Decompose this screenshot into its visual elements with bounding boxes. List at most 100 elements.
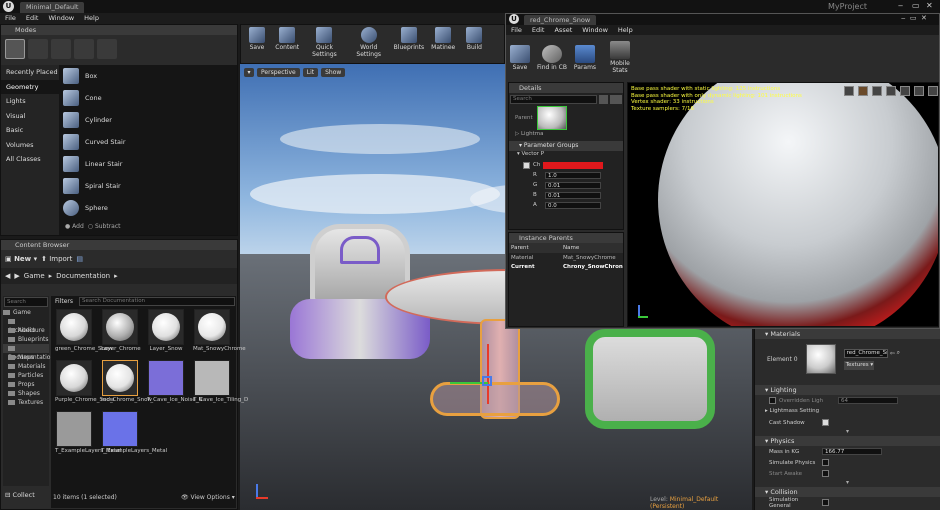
tree-architecture[interactable]: Architecture	[3, 317, 49, 334]
asset-tile[interactable]: green_Chrome_Snow	[55, 309, 113, 352]
asset-tile[interactable]: T_ExampleLayers_Metal	[101, 411, 167, 454]
category-geometry[interactable]: Geometry	[1, 79, 59, 94]
place-mode-icon[interactable]	[5, 39, 25, 59]
lightmass-settings-row[interactable]: ▸ Lightmass Setting	[755, 406, 940, 417]
geometry-edit-mode-icon[interactable]	[97, 39, 117, 59]
category-visual[interactable]: Visual	[1, 109, 59, 124]
build-button[interactable]: Build	[460, 25, 488, 51]
use-selected-icon[interactable]: ⇦	[890, 350, 895, 357]
category-recently-placed[interactable]: Recently Placed	[1, 65, 59, 80]
close-icon[interactable]: ✕	[926, 1, 933, 10]
lightmass-row[interactable]: ▷ Lightma	[509, 131, 623, 141]
override-checkbox[interactable]	[769, 397, 776, 404]
cast-shadow-checkbox[interactable]	[822, 419, 829, 426]
category-volumes[interactable]: Volumes	[1, 138, 59, 153]
preview-cylinder-icon[interactable]	[844, 86, 854, 96]
mobile-stats-button[interactable]: Mobile Stats	[602, 40, 638, 74]
foliage-mode-icon[interactable]	[74, 39, 94, 59]
materials-section-header[interactable]: ▾ Materials	[755, 329, 940, 339]
content-browser-tab[interactable]: Content Browser	[1, 240, 237, 250]
expand-physics-icon[interactable]: ▾	[755, 479, 940, 487]
physics-section-header[interactable]: ▾ Physics	[755, 436, 940, 446]
place-cylinder[interactable]: Cylinder	[59, 109, 237, 131]
tree-props[interactable]: Props	[3, 380, 49, 389]
details-search-input[interactable]: Search	[510, 94, 597, 104]
preview-mesh-icon[interactable]	[900, 86, 910, 96]
material-preview-viewport[interactable]: Base pass shader with static lighting: 1…	[627, 82, 939, 327]
collections-toggle[interactable]: ⊟ Collect	[3, 488, 49, 502]
vector-group-row[interactable]: ▾ Vector P	[509, 151, 623, 160]
tree-shapes[interactable]: Shapes	[3, 389, 49, 398]
asset-tile[interactable]: T_Cave_Ice_Noise_N	[147, 360, 203, 403]
paint-mode-icon[interactable]	[28, 39, 48, 59]
color-swatch[interactable]	[543, 161, 604, 169]
simulate-physics-checkbox[interactable]	[822, 459, 829, 466]
expand-lighting-icon[interactable]: ▾	[755, 428, 940, 436]
place-sphere[interactable]: Sphere	[59, 197, 237, 219]
asset-tile[interactable]: Layer_Chrome	[101, 309, 141, 352]
show-button[interactable]: Show	[321, 68, 346, 77]
import-button[interactable]: ⬆ Import	[41, 255, 72, 263]
material-thumbnail[interactable]	[805, 344, 836, 374]
path-root[interactable]: Game	[24, 272, 45, 280]
menu-help[interactable]: Help	[79, 13, 104, 24]
asset-tile[interactable]: T_ExampleLayers_Metal	[55, 411, 121, 454]
gizmo-z-axis[interactable]	[487, 344, 489, 404]
place-cone[interactable]: Cone	[59, 87, 237, 109]
maximize-icon[interactable]: ▭	[910, 14, 917, 22]
gizmo-x-axis[interactable]	[482, 376, 492, 386]
preview-plane-icon[interactable]	[872, 86, 882, 96]
channel-value-input[interactable]: 0.01	[545, 191, 601, 199]
channel-value-input[interactable]: 0.0	[545, 201, 601, 209]
eye-icon[interactable]	[610, 94, 622, 104]
parents-row[interactable]: Current Chrony_SnowChron	[509, 262, 623, 271]
asset-tile[interactable]: red_Chrome_Snow	[101, 360, 152, 403]
add-radio[interactable]: ● Add	[65, 223, 84, 230]
place-curved-stair[interactable]: Curved Stair	[59, 131, 237, 153]
params-button[interactable]: Params	[572, 44, 598, 71]
mass-input[interactable]: 166.77	[822, 448, 882, 455]
menu-edit[interactable]: Edit	[21, 13, 44, 24]
asset-search-input[interactable]: Search Documentation	[79, 297, 235, 306]
tree-particles[interactable]: Particles	[3, 371, 49, 380]
save-all-icon[interactable]: ▤	[76, 255, 83, 263]
param-enabled-checkbox[interactable]	[523, 161, 530, 169]
modes-tab[interactable]: Modes	[1, 25, 237, 35]
menu-help[interactable]: Help	[613, 25, 638, 35]
back-arrow-icon[interactable]: ◀	[5, 272, 10, 280]
asset-tile[interactable]: Mat_SnowyChrome	[193, 309, 246, 352]
blueprints-button[interactable]: Blueprints	[392, 25, 426, 51]
channel-value-input[interactable]: 0.01	[545, 181, 601, 189]
parameter-groups-header[interactable]: ▾ Parameter Groups	[509, 141, 623, 151]
menu-window[interactable]: Window	[577, 25, 613, 35]
level-tab[interactable]: Minimal_Default	[20, 2, 85, 13]
matinee-button[interactable]: Matinee	[428, 25, 458, 51]
material-dropdown[interactable]: red_Chrome_Sn	[843, 348, 888, 358]
material-save-button[interactable]: Save	[508, 44, 532, 71]
place-box[interactable]: Box	[59, 65, 237, 87]
asset-tile[interactable]: T_Cave_Ice_Tiling_D	[193, 360, 248, 403]
parent-thumbnail[interactable]	[536, 106, 567, 130]
preview-realtime-icon[interactable]	[928, 86, 938, 96]
subtract-radio[interactable]: ○ Subtract	[88, 223, 121, 230]
browse-icon[interactable]: ⌕	[897, 349, 900, 357]
material-details-tab[interactable]: Details	[509, 83, 623, 93]
simulation-general-checkbox[interactable]	[822, 499, 829, 506]
close-icon[interactable]: ✕	[921, 14, 927, 22]
save-button[interactable]: Save	[243, 25, 271, 51]
maximize-icon[interactable]: ▭	[912, 1, 920, 10]
tree-game[interactable]: Game	[3, 308, 49, 317]
folder-search-input[interactable]: Search	[4, 297, 48, 307]
parents-row[interactable]: Material Mat_SnowyChrome	[509, 253, 623, 262]
content-button[interactable]: Content	[273, 25, 301, 51]
minimize-icon[interactable]: ‒	[898, 1, 903, 10]
grid-view-icon[interactable]	[599, 94, 608, 104]
collision-section-header[interactable]: ▾ Collision	[755, 487, 940, 497]
menu-file[interactable]: File	[506, 25, 527, 35]
lit-button[interactable]: Lit	[302, 68, 319, 77]
category-lights[interactable]: Lights	[1, 94, 59, 109]
asset-tile[interactable]: Purple_Chrome_Snow	[55, 360, 114, 403]
preview-grid-icon[interactable]	[914, 86, 924, 96]
override-light-input[interactable]: 64	[838, 397, 898, 404]
instance-parents-tab[interactable]: Instance Parents	[509, 233, 623, 243]
